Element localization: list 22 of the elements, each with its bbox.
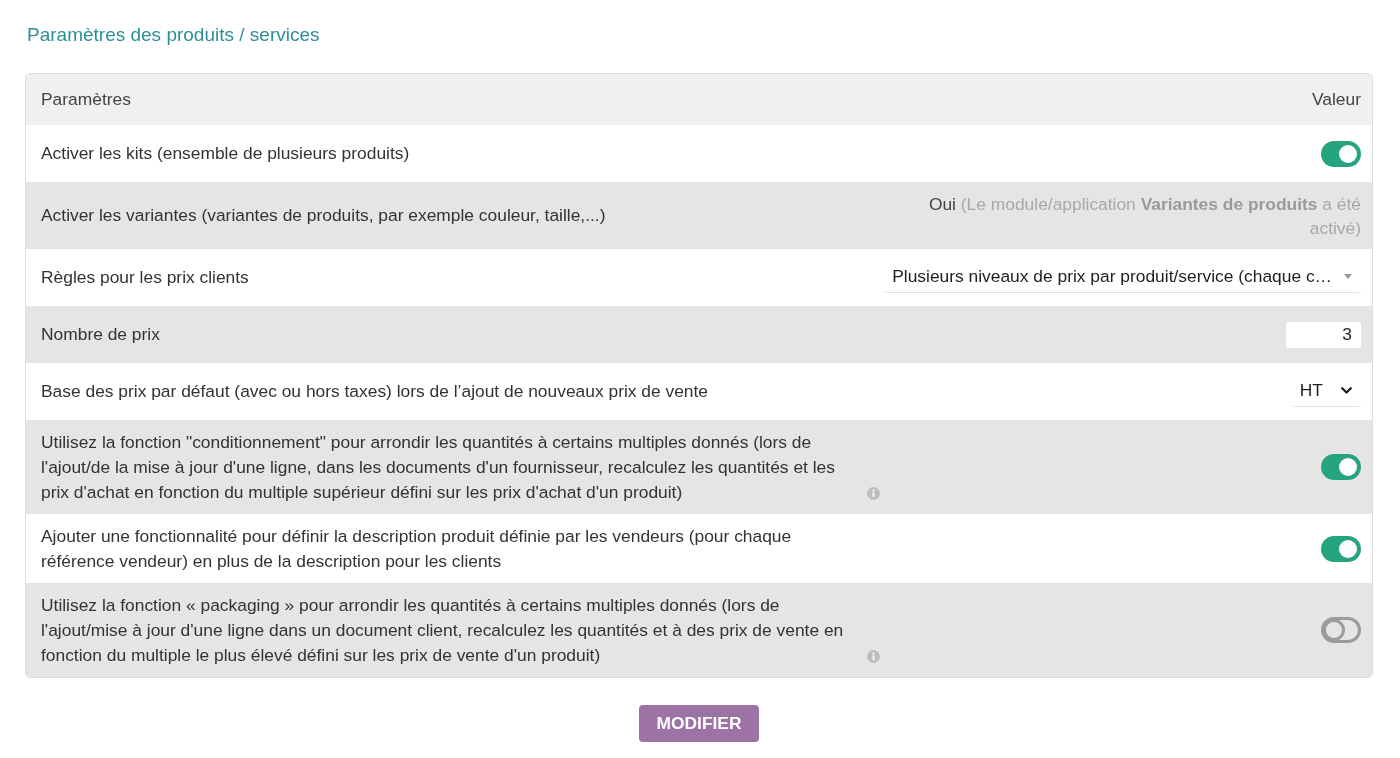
dropdown[interactable]: HT <box>1291 376 1361 407</box>
setting-label: Règles pour les prix clients <box>41 266 249 289</box>
toggle-switch[interactable] <box>1321 617 1361 643</box>
toggle-switch[interactable] <box>1321 140 1361 167</box>
setting-label: Activer les kits (ensemble de plusieurs produits) <box>41 142 410 165</box>
page-title: Paramètres des produits / services <box>27 23 320 47</box>
status-text: Oui (Le module/application Variantes de produits a été activé) <box>927 192 1361 240</box>
column-header: Paramètres <box>41 89 131 110</box>
dropdown[interactable]: Plusieurs niveaux de prix par produit/service (chaque c… <box>884 262 1361 293</box>
column-header: Valeur <box>1312 89 1361 110</box>
caret-icon <box>1344 273 1352 279</box>
setting-label: Utilisez la fonction « packaging » pour arrondir les quantités à certains multiples donnés (lors de l'ajout/mise à jour d'une ligne dans un document client, recalculez les quantités et à des prix de vente en fonction du multiple le plus élevé défini sur les prix de vente d'un produit) <box>41 593 845 667</box>
toggle-switch[interactable] <box>1321 535 1361 562</box>
setting-label: Nombre de prix <box>41 323 160 346</box>
chevron-down-icon <box>1341 386 1352 394</box>
setting-label: Ajouter une fonctionnalité pour définir la description produit définie par les vendeurs (pour chaque référence vendeur) en plus de la description pour les clients <box>41 524 793 573</box>
setting-label: Activer les variantes (variantes de produits, par exemple couleur, taille,...) <box>41 204 606 227</box>
number-field[interactable]: 3 <box>1286 321 1361 348</box>
setting-label: Base des prix par défaut (avec ou hors taxes) lors de l’ajout de nouveaux prix de vente <box>41 380 709 403</box>
setting-label: Utilisez la fonction "conditionnement" pour arrondir les quantités à certains multiples donnés (lors de l'ajout/de la mise à jour d'une ligne, dans les documents d'un fournisseur, recalculez les quantités et les prix d'achat en fonction du multiple supérieur défini sur les prix d'achat d'un produit) <box>41 430 836 504</box>
modify-button[interactable]: MODIFIER <box>639 705 759 742</box>
toggle-switch[interactable] <box>1321 454 1361 480</box>
